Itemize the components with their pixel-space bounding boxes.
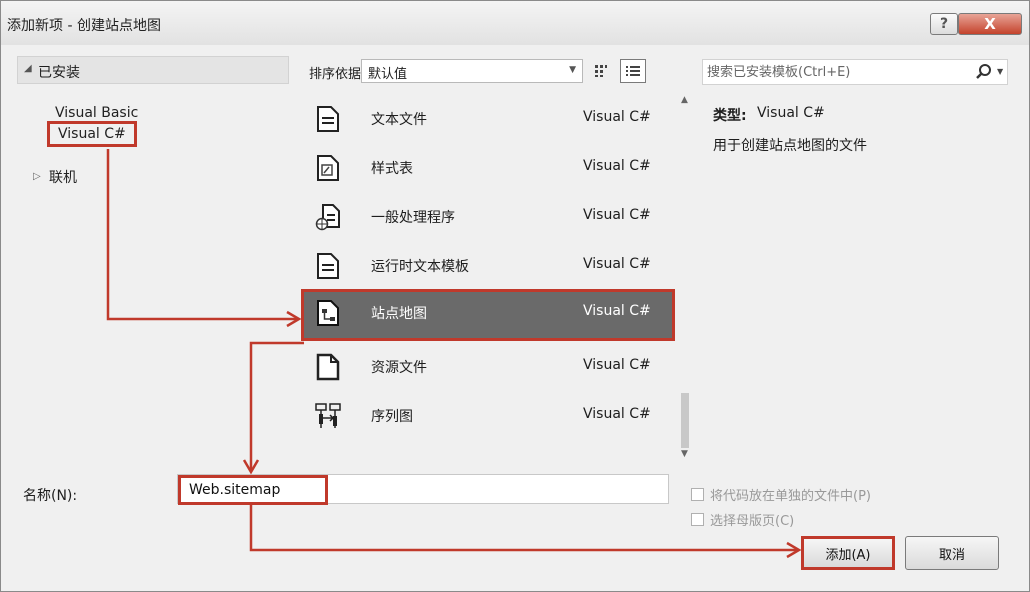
- category-tree: Visual Basic Visual C# ▷ 联机: [17, 93, 289, 453]
- tree-item-visual-basic[interactable]: Visual Basic: [55, 105, 138, 121]
- generic-handler-icon: [315, 204, 340, 231]
- grid-view-icon[interactable]: [589, 60, 613, 82]
- close-button[interactable]: X: [958, 13, 1022, 35]
- template-name: 一般处理程序: [371, 210, 455, 226]
- sequence-diagram-icon: [315, 403, 341, 428]
- template-row-sequence-diagram[interactable]: 序列图 Visual C#: [301, 392, 675, 440]
- template-row-resource-file[interactable]: 资源文件 Visual C#: [301, 343, 675, 391]
- template-name: 运行时文本模板: [371, 259, 469, 275]
- template-name: 样式表: [371, 161, 413, 177]
- chevron-down-icon: ▼: [569, 65, 576, 75]
- checkbox-label: 选择母版页(C): [710, 514, 795, 529]
- template-name: 文本文件: [371, 112, 427, 128]
- window-title: 添加新项 - 创建站点地图: [7, 18, 161, 34]
- template-language: Visual C#: [583, 207, 651, 223]
- installed-header[interactable]: ◢ 已安装: [17, 56, 289, 84]
- text-file-icon: [317, 106, 339, 132]
- template-row-sitemap[interactable]: 站点地图 Visual C#: [301, 289, 675, 341]
- template-row-text-file[interactable]: 文本文件 Visual C#: [301, 95, 675, 143]
- template-row-runtime-text-template[interactable]: 运行时文本模板 Visual C#: [301, 242, 675, 290]
- list-icon-graphic: [626, 66, 640, 76]
- expand-right-icon[interactable]: ▷: [33, 171, 41, 182]
- name-label: 名称(N):: [23, 488, 78, 504]
- chevron-down-icon[interactable]: ▼: [997, 67, 1003, 76]
- template-list: 文本文件 Visual C# 样式表 Visual C# 一般处理程序 Visu…: [301, 93, 675, 455]
- search-input[interactable]: [707, 62, 967, 82]
- template-row-generic-handler[interactable]: 一般处理程序 Visual C#: [301, 193, 675, 241]
- runtime-text-template-icon: [317, 253, 339, 279]
- list-view-icon[interactable]: [620, 59, 646, 83]
- search-icon[interactable]: [975, 63, 993, 81]
- type-label: 类型:: [713, 108, 747, 124]
- tree-item-visual-csharp[interactable]: Visual C#: [47, 121, 137, 147]
- template-name: 站点地图: [371, 306, 427, 322]
- master-page-checkbox[interactable]: 选择母版页(C): [691, 510, 794, 529]
- template-language: Visual C#: [583, 406, 651, 422]
- sort-label: 排序依据:: [309, 67, 366, 82]
- help-button[interactable]: ?: [930, 13, 958, 35]
- cancel-button[interactable]: 取消: [905, 536, 999, 570]
- tree-item-online[interactable]: 联机: [49, 167, 77, 187]
- title-bar: 添加新项 - 创建站点地图 ? X: [1, 1, 1029, 45]
- checkbox-box[interactable]: [691, 488, 704, 501]
- template-list-scrollbar[interactable]: ▲ ▼: [677, 93, 694, 463]
- scrollbar-thumb[interactable]: [681, 393, 689, 448]
- code-separate-checkbox[interactable]: 将代码放在单独的文件中(P): [691, 485, 871, 504]
- checkbox-box[interactable]: [691, 513, 704, 526]
- sort-value: 默认值: [368, 67, 408, 82]
- template-name: 资源文件: [371, 360, 427, 376]
- template-language: Visual C#: [583, 357, 651, 373]
- type-value: Visual C#: [757, 105, 825, 121]
- template-name: 序列图: [371, 409, 413, 425]
- search-box[interactable]: ▼: [702, 59, 1008, 85]
- expand-down-icon: ◢: [24, 63, 32, 74]
- checkbox-label: 将代码放在单独的文件中(P): [710, 489, 871, 504]
- template-language: Visual C#: [583, 109, 651, 125]
- installed-label: 已安装: [38, 65, 80, 81]
- add-button[interactable]: 添加(A): [801, 536, 895, 570]
- template-language: Visual C#: [583, 256, 651, 272]
- scroll-up-icon[interactable]: ▲: [681, 95, 688, 105]
- sitemap-icon: [317, 300, 339, 326]
- name-field-container: [177, 474, 669, 505]
- resource-file-icon: [316, 353, 340, 381]
- grid-icon-graphic: [595, 65, 607, 77]
- add-new-item-dialog: 添加新项 - 创建站点地图 ? X ◢ 已安装 Visual Basic Vis…: [0, 0, 1030, 592]
- sort-dropdown[interactable]: 默认值 ▼: [361, 59, 583, 83]
- stylesheet-icon: [317, 155, 339, 181]
- template-row-stylesheet[interactable]: 样式表 Visual C#: [301, 144, 675, 192]
- arrowhead-right: [786, 541, 802, 559]
- template-language: Visual C#: [583, 303, 651, 319]
- name-input[interactable]: [178, 475, 328, 505]
- scroll-down-icon[interactable]: ▼: [681, 449, 688, 459]
- template-description: 用于创建站点地图的文件: [713, 138, 867, 154]
- template-language: Visual C#: [583, 158, 651, 174]
- arrowhead-down: [242, 459, 260, 475]
